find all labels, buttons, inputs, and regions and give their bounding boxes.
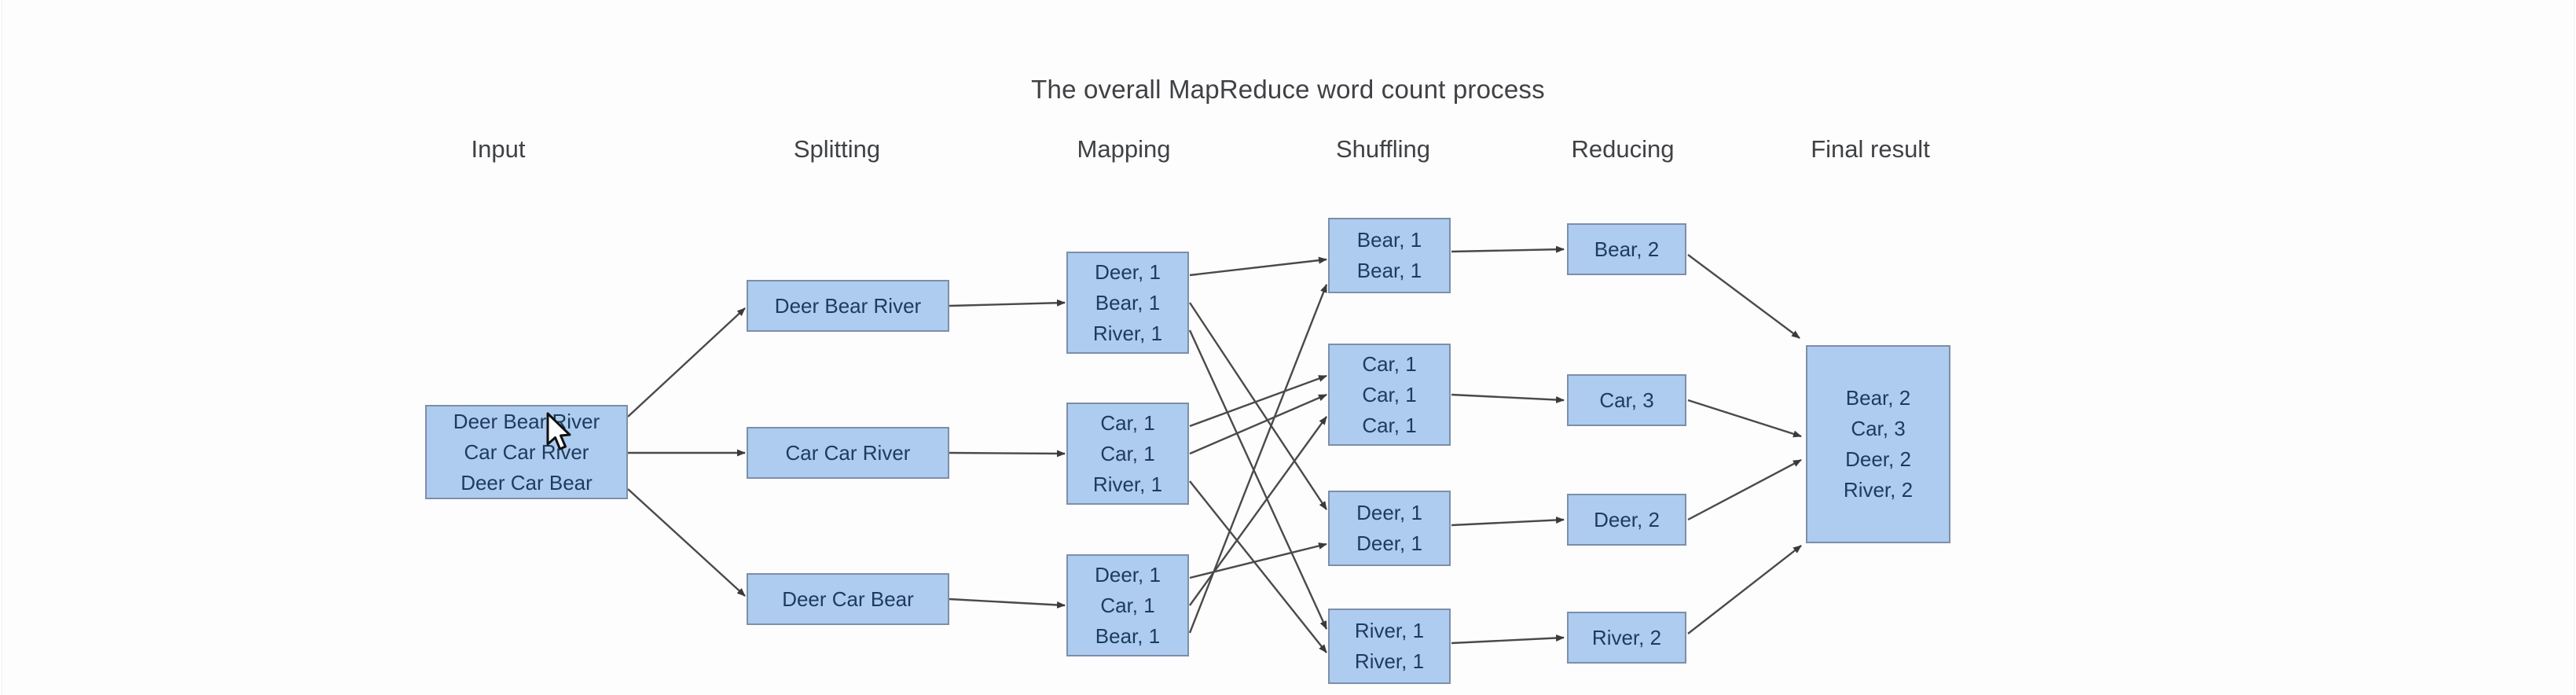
diagram-canvas: The overall MapReduce word count process… xyxy=(0,0,2576,695)
node-line: Car Car River xyxy=(464,439,589,464)
node-line: Deer, 1 xyxy=(1095,562,1161,587)
column-header-splitting: Splitting xyxy=(793,135,881,163)
node-line: River, 1 xyxy=(1092,472,1163,496)
node-line: Car, 1 xyxy=(1100,441,1155,465)
node-line: Bear, 1 xyxy=(1095,623,1161,648)
input-node[interactable]: Deer Bear River Car Car River Deer Car Bea… xyxy=(425,405,628,499)
node-line: Bear, 2 xyxy=(1845,386,1911,410)
reducing-node-4[interactable]: River, 2 xyxy=(1567,612,1686,664)
page-title: The overall MapReduce word count process xyxy=(1031,75,1545,104)
node-line: Car, 3 xyxy=(1599,388,1654,412)
mapping-node-1[interactable]: Deer, 1 Bear, 1 River, 1 xyxy=(1066,252,1189,354)
shuffling-node-4[interactable]: River, 1 River, 1 xyxy=(1328,609,1451,684)
final-result-node[interactable]: Bear, 2 Car, 3 Deer, 2 River, 2 xyxy=(1806,345,1950,543)
node-line: River, 1 xyxy=(1354,649,1425,673)
edge-map2-shuf2a xyxy=(1189,374,1327,428)
column-header-input: Input xyxy=(471,135,526,163)
shuffling-node-2[interactable]: Car, 1 Car, 1 Car, 1 xyxy=(1328,344,1451,446)
edge-split2-map2 xyxy=(949,450,1066,458)
column-header-final-result: Final result xyxy=(1811,135,1930,163)
node-line: River, 1 xyxy=(1092,321,1163,345)
edge-red4-final xyxy=(1687,545,1802,634)
node-line: Bear, 1 xyxy=(1095,290,1161,314)
edge-shuf2-red2 xyxy=(1451,393,1565,404)
node-line: Deer, 1 xyxy=(1095,259,1161,284)
shuffling-node-1[interactable]: Bear, 1 Bear, 1 xyxy=(1328,218,1451,293)
node-line: River, 2 xyxy=(1591,625,1662,649)
node-line: Deer Car Bear xyxy=(782,587,914,611)
splitting-node-2[interactable]: Car Car River xyxy=(747,427,949,479)
node-line: Car, 1 xyxy=(1362,351,1417,376)
edge-input-split1 xyxy=(627,307,746,417)
edge-map1-shuf1 xyxy=(1189,256,1327,277)
edge-split1-map1 xyxy=(949,299,1066,307)
node-line: Car, 1 xyxy=(1100,593,1155,617)
node-line: Car, 1 xyxy=(1362,382,1417,406)
column-header-mapping: Mapping xyxy=(1077,135,1171,163)
node-line: Deer Car Bear xyxy=(461,470,593,495)
edge-red3-final xyxy=(1687,458,1802,521)
node-line: Bear, 2 xyxy=(1594,237,1660,261)
node-line: Deer, 2 xyxy=(1594,507,1660,531)
node-line: Deer, 2 xyxy=(1845,447,1911,471)
edge-map3-shuf1 xyxy=(1188,284,1328,634)
edge-map3-shuf3 xyxy=(1189,542,1327,579)
node-line: Deer, 1 xyxy=(1356,531,1422,555)
node-line: River, 1 xyxy=(1354,619,1425,642)
edge-map2-shuf4 xyxy=(1189,480,1327,653)
node-line: Car, 1 xyxy=(1362,413,1417,437)
column-header-reducing: Reducing xyxy=(1571,135,1675,163)
splitting-node-1[interactable]: Deer Bear River xyxy=(747,280,949,332)
edge-red2-final xyxy=(1687,399,1802,438)
edge-shuf1-red1 xyxy=(1451,245,1565,253)
node-line: Deer, 1 xyxy=(1356,501,1422,524)
node-line: Car Car River xyxy=(785,440,911,465)
edge-shuf3-red3 xyxy=(1451,516,1565,527)
node-line: Car, 1 xyxy=(1100,410,1155,435)
node-line: Bear, 1 xyxy=(1356,259,1422,282)
column-header-shuffling: Shuffling xyxy=(1335,135,1431,163)
node-line: Deer Bear River xyxy=(774,293,922,318)
edge-red1-final xyxy=(1687,254,1800,339)
reducing-node-1[interactable]: Bear, 2 xyxy=(1567,223,1686,275)
reducing-node-2[interactable]: Car, 3 xyxy=(1567,374,1686,426)
mapping-node-3[interactable]: Deer, 1 Car, 1 Bear, 1 xyxy=(1066,554,1189,656)
reducing-node-3[interactable]: Deer, 2 xyxy=(1567,494,1686,546)
node-line: River, 2 xyxy=(1843,478,1914,502)
node-line: Bear, 1 xyxy=(1356,228,1422,252)
node-line: Deer Bear River xyxy=(453,409,600,433)
edge-input-split3 xyxy=(627,488,746,597)
edge-shuf4-red4 xyxy=(1451,634,1565,645)
shuffling-node-3[interactable]: Deer, 1 Deer, 1 xyxy=(1328,491,1451,566)
node-line: Car, 3 xyxy=(1851,417,1906,440)
mapping-node-2[interactable]: Car, 1 Car, 1 River, 1 xyxy=(1066,403,1189,505)
edge-split3-map3 xyxy=(949,598,1066,609)
splitting-node-3[interactable]: Deer Car Bear xyxy=(747,573,949,625)
